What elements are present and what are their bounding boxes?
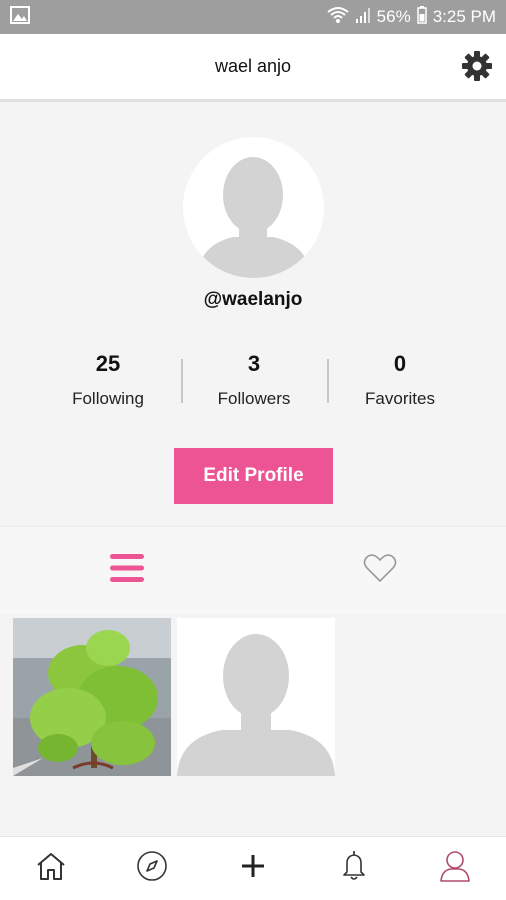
plant-photo [13,618,171,776]
grid-item-plant[interactable] [13,618,171,776]
edit-profile-button[interactable]: Edit Profile [174,448,333,504]
battery-percent: 56% [376,7,411,26]
clock: 3:25 PM [432,7,496,26]
header-title: wael anjo [214,56,292,76]
nav-profile[interactable] [405,837,506,900]
wifi-icon [327,6,349,29]
bell-icon [339,850,369,887]
bottom-nav [0,836,506,900]
stat-following[interactable]: 25 Following [35,345,181,420]
compass-icon [136,850,168,887]
home-icon [35,851,67,886]
followers-count: 3 [247,351,261,376]
signal-icon [355,7,371,28]
avatar[interactable] [183,137,324,278]
grid-item-placeholder[interactable] [177,618,335,776]
image-icon [10,5,30,29]
post-grid [13,618,493,776]
stat-favorites[interactable]: 0 Favorites [327,345,473,420]
profile-tabs [0,526,506,614]
nav-explore[interactable] [101,837,202,900]
favorites-label: Favorites [365,389,435,408]
heart-icon [363,553,397,588]
profile-username: @waelanjo [203,289,303,310]
tab-favorites[interactable] [253,527,506,614]
status-bar: 56% 3:25 PM [0,0,506,34]
app-header: wael anjo [0,34,506,102]
profile-icon [438,849,472,888]
placeholder-avatar-icon [177,618,335,776]
gear-icon [461,50,493,87]
followers-label: Followers [217,389,291,408]
profile-stats: 25 Following 3 Followers 0 Favorites [35,345,473,420]
plus-icon [240,853,266,884]
default-avatar-icon [197,157,311,278]
nav-notifications[interactable] [304,837,405,900]
battery-icon [416,5,427,29]
following-count: 25 [95,351,121,376]
list-icon [109,552,145,589]
settings-button[interactable] [460,50,494,87]
following-label: Following [72,389,144,408]
nav-create[interactable] [202,837,303,900]
nav-home[interactable] [0,837,101,900]
stat-followers[interactable]: 3 Followers [181,345,327,420]
favorites-count: 0 [393,351,407,376]
tab-posts[interactable] [0,527,253,614]
